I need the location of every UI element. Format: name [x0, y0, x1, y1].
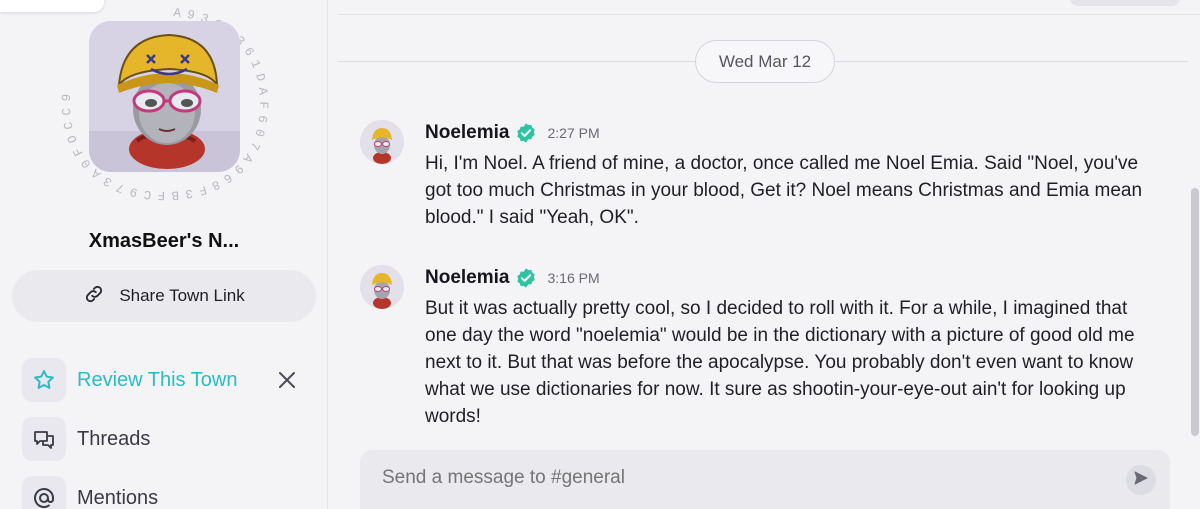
- verified-badge-icon: [515, 267, 537, 289]
- message-author[interactable]: Noelemia: [425, 122, 509, 144]
- message-author[interactable]: Noelemia: [425, 267, 509, 289]
- sidebar-item-mentions[interactable]: Mentions: [22, 476, 312, 509]
- send-button[interactable]: [1126, 465, 1156, 495]
- share-town-link-label: Share Town Link: [119, 286, 245, 305]
- message-item: Noelemia 2:27 PM Hi, I'm Noel. A friend …: [360, 120, 1160, 240]
- header-button[interactable]: [1070, 0, 1180, 6]
- sidebar-item-label: Review This Town: [77, 368, 238, 391]
- at-icon: [22, 476, 66, 509]
- message-header: Noelemia 2:27 PM: [425, 122, 600, 144]
- avatar[interactable]: [360, 265, 404, 309]
- town-avatar-illustration: [89, 21, 240, 172]
- message-item: Noelemia 3:16 PM But it was actually pre…: [360, 265, 1160, 440]
- chat-panel: Wed Mar 12 Noelemia 2:27 PM Hi, I'm Noel…: [338, 0, 1200, 509]
- sidebar-item-threads[interactable]: Threads: [22, 417, 312, 461]
- send-icon: [1133, 470, 1149, 491]
- share-town-link-button[interactable]: Share Town Link: [12, 270, 316, 322]
- message-body: But it was actually pretty cool, so I de…: [425, 298, 1135, 427]
- avatar[interactable]: [360, 120, 404, 164]
- message-timestamp: 2:27 PM: [547, 125, 600, 141]
- message-input[interactable]: [382, 467, 1082, 489]
- header-divider: [338, 14, 1200, 15]
- town-name: XmasBeer's N...: [88, 230, 240, 252]
- link-icon: [83, 283, 105, 310]
- threads-icon: [22, 417, 66, 461]
- sidebar-item-review-this-town[interactable]: Review This Town: [22, 358, 312, 402]
- star-icon: [22, 358, 66, 402]
- sidebar-item-label: Mentions: [77, 486, 159, 509]
- sidebar: A931E361DAF607A968F3BFC973A0FOCC9: [0, 0, 328, 509]
- town-avatar[interactable]: [89, 21, 240, 172]
- message-header: Noelemia 3:16 PM: [425, 267, 600, 289]
- close-icon[interactable]: [276, 369, 298, 391]
- message-body: Hi, I'm Noel. A friend of mine, a doctor…: [425, 153, 1143, 228]
- verified-badge-icon: [515, 122, 537, 144]
- message-timestamp: 3:16 PM: [547, 270, 600, 286]
- app-window: A931E361DAF607A968F3BFC973A0FOCC9: [0, 0, 1200, 509]
- message-composer: [360, 450, 1170, 509]
- scrollbar-thumb[interactable]: [1191, 188, 1199, 436]
- date-divider: Wed Mar 12: [695, 40, 835, 83]
- sidebar-item-label: Threads: [77, 427, 151, 450]
